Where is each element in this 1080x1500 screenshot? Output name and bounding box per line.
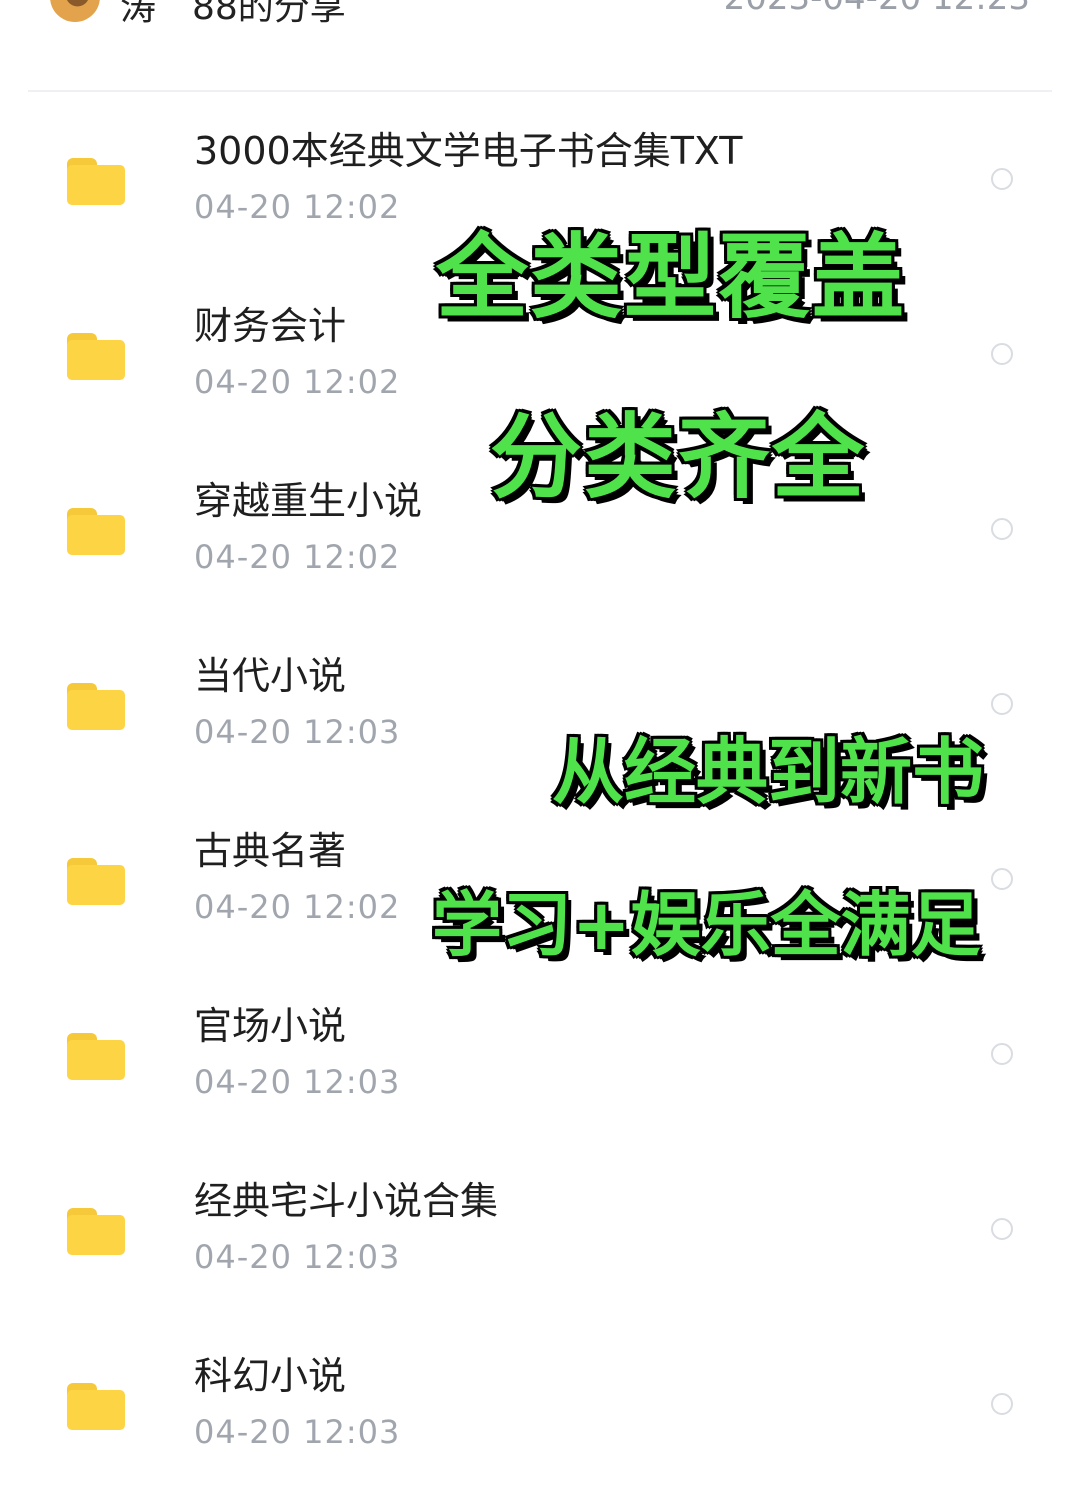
file-name: 财务会计	[194, 304, 347, 348]
file-date: 04-20 12:03	[194, 713, 401, 751]
select-radio-icon[interactable]	[991, 1393, 1013, 1415]
select-radio-icon[interactable]	[991, 693, 1013, 715]
promo-study-entertainment: 学习+娱乐全满足	[432, 884, 981, 966]
file-row[interactable]: 经典宅斗小说合集 04-20 12:03	[0, 1150, 1080, 1325]
folder-icon	[67, 333, 125, 380]
select-radio-icon[interactable]	[991, 518, 1013, 540]
file-date: 04-20 12:02	[194, 538, 401, 576]
file-row[interactable]: 官场小说 04-20 12:03	[0, 975, 1080, 1150]
folder-icon	[67, 158, 125, 205]
file-name: 官场小说	[194, 1004, 347, 1048]
file-date: 04-20 12:02	[194, 188, 401, 226]
file-name: 古典名著	[194, 829, 347, 873]
file-date: 04-20 12:03	[194, 1238, 401, 1276]
folder-icon	[67, 858, 125, 905]
folder-icon	[67, 683, 125, 730]
select-radio-icon[interactable]	[991, 1043, 1013, 1065]
file-list: 3000本经典文学电子书合集TXT 04-20 12:02 财务会计 04-20…	[0, 0, 1080, 1451]
select-radio-icon[interactable]	[991, 343, 1013, 365]
select-radio-icon[interactable]	[991, 868, 1013, 890]
file-date: 04-20 12:03	[194, 1063, 401, 1101]
folder-icon	[67, 1383, 125, 1430]
file-date: 04-20 12:03	[194, 1413, 401, 1451]
promo-headline-categories: 分类齐全	[490, 404, 867, 511]
file-row[interactable]: 科幻小说 04-20 12:03	[0, 1325, 1080, 1500]
promo-classic-to-new: 从经典到新书	[552, 730, 985, 814]
file-name: 当代小说	[194, 654, 347, 698]
file-date: 04-20 12:02	[194, 888, 401, 926]
folder-icon	[67, 508, 125, 555]
select-radio-icon[interactable]	[991, 1218, 1013, 1240]
select-radio-icon[interactable]	[991, 168, 1013, 190]
file-name: 经典宅斗小说合集	[194, 1179, 499, 1223]
file-date: 04-20 12:02	[194, 363, 401, 401]
file-name: 3000本经典文学电子书合集TXT	[194, 129, 743, 173]
file-name: 穿越重生小说	[194, 479, 423, 523]
folder-icon	[67, 1208, 125, 1255]
folder-icon	[67, 1033, 125, 1080]
promo-headline-all-types: 全类型覆盖	[436, 224, 907, 331]
file-name: 科幻小说	[194, 1354, 347, 1398]
